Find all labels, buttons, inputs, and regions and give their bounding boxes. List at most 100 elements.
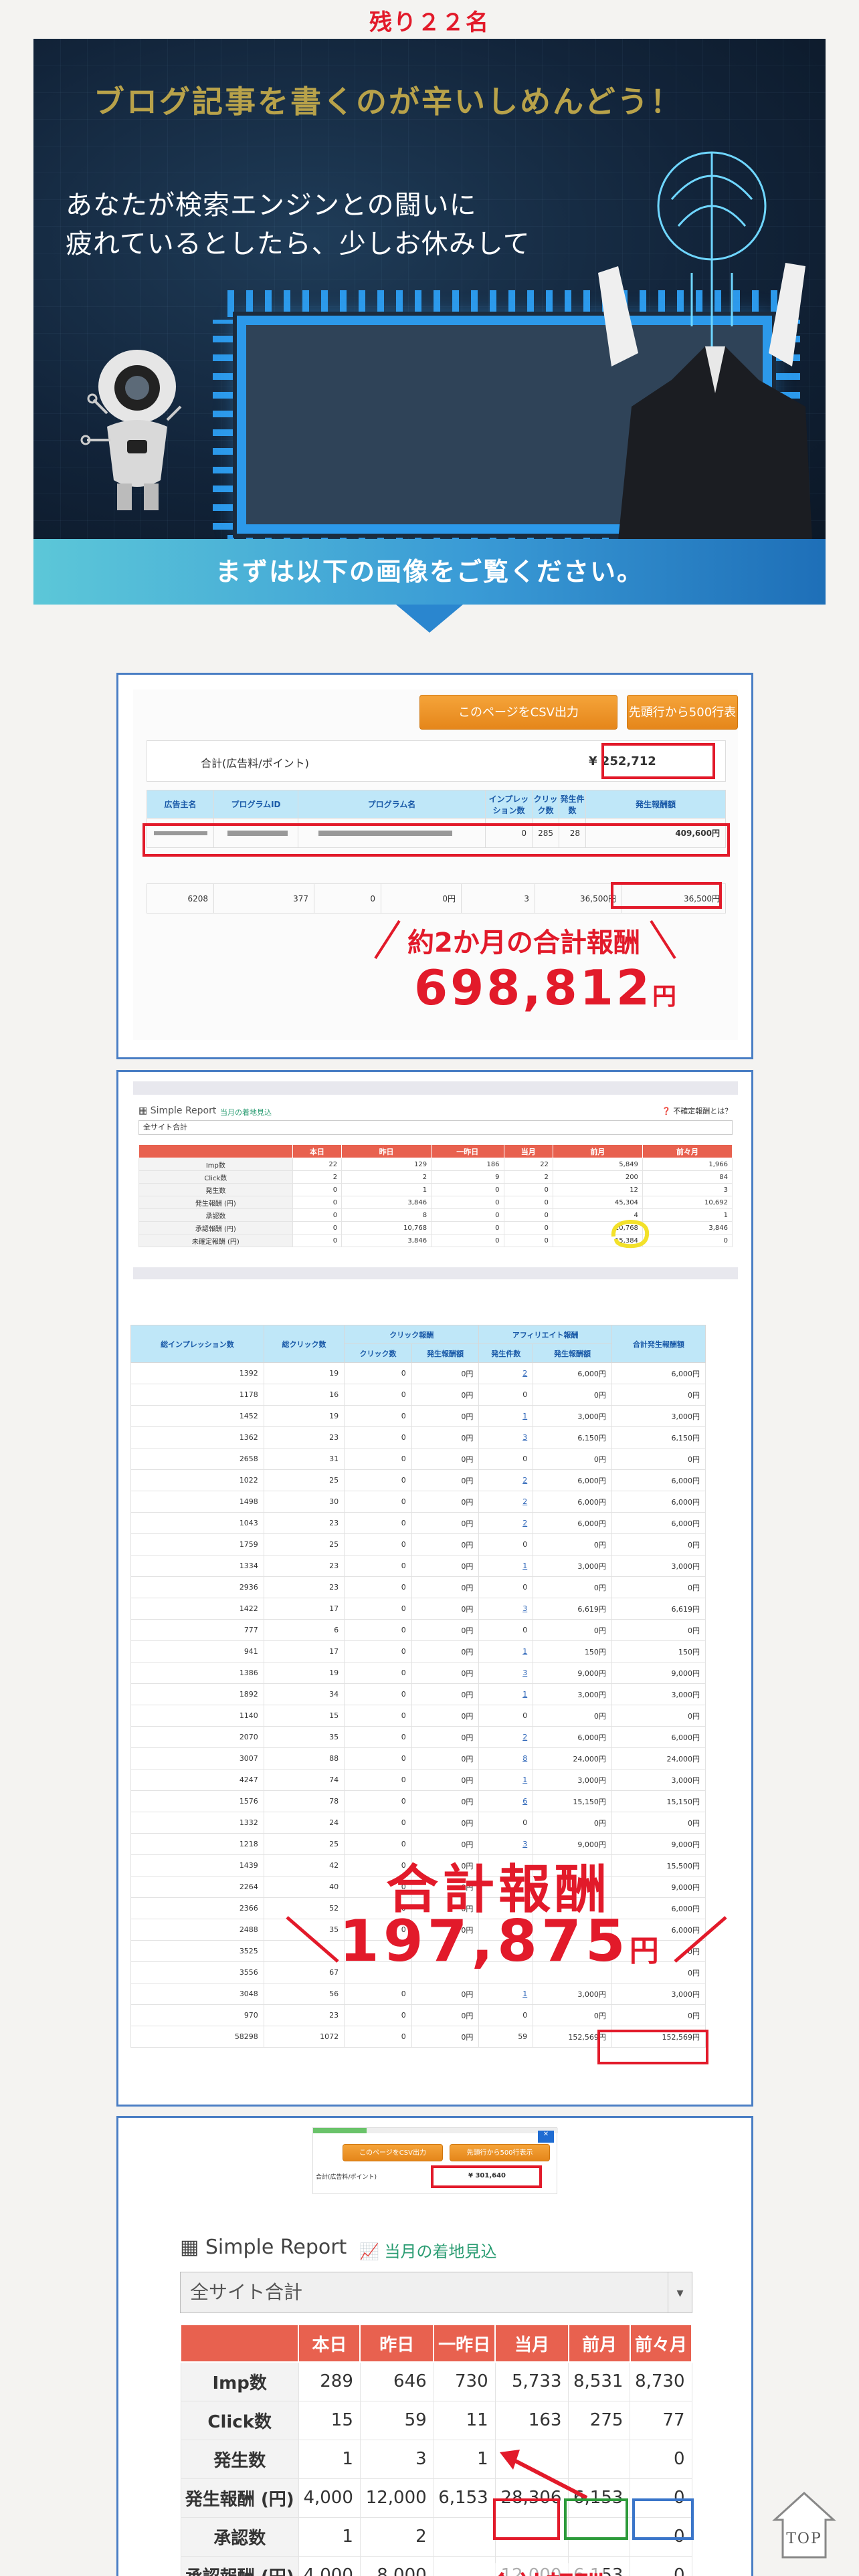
csv-export-button[interactable]: このページをCSV出力 [343, 2144, 443, 2161]
cell-value: 0 [344, 1705, 412, 1727]
cell-value: 2366 [130, 1897, 264, 1919]
cell-value: 2488 [130, 1919, 264, 1941]
cell-value: 1 [341, 1183, 432, 1196]
cell-value: 0 [478, 2004, 534, 2026]
cell-value: 23 [263, 1555, 345, 1577]
col-header: 発生件数 [478, 1344, 534, 1363]
show-500-rows-button[interactable]: 先頭行から500行表 [627, 695, 738, 730]
cell-value: 25 [263, 1533, 345, 1555]
col-header: 発生報酬額 [585, 790, 726, 819]
cell-value: 0 [478, 1576, 534, 1598]
close-icon[interactable]: ✕ [538, 2131, 554, 2143]
help-link[interactable]: ❓ 不確定報酬とは？ [662, 1105, 732, 1116]
cell-value: 6,000円 [611, 1512, 706, 1534]
cell-value: 0円 [411, 2026, 480, 2048]
cell-value: 19 [263, 1362, 345, 1384]
chip-pins-left [213, 320, 240, 530]
cell-value: 3,000円 [611, 1983, 706, 2005]
col-header: 前月 [567, 2324, 631, 2363]
cell-value: 289 [298, 2361, 361, 2401]
col-header: クリック数 [344, 1344, 412, 1363]
cell-value: 2658 [130, 1448, 264, 1470]
cell-value: 16 [263, 1384, 345, 1406]
cell-value: 8,730 [630, 2361, 692, 2401]
cell-value: 2 [292, 1170, 343, 1184]
col-header: 一昨日 [431, 1144, 504, 1158]
cell-value: 1452 [130, 1405, 264, 1427]
cell-value: 0 [344, 1448, 412, 1470]
cell-value[interactable]: 1 [478, 1769, 534, 1791]
cell-value[interactable]: 3 [478, 1426, 534, 1448]
cell-value: 3,000円 [533, 1769, 612, 1791]
cell-value: 15,150円 [533, 1790, 612, 1812]
cell-value: 0 [503, 1221, 553, 1235]
cell-value: 0円 [411, 1598, 480, 1620]
cell-value: 17 [263, 1640, 345, 1662]
table-row: 発生数 0 1 0 0 12 3 [138, 1183, 733, 1196]
cell-value[interactable]: 2 [478, 1362, 534, 1384]
cell-value[interactable]: 2 [478, 1469, 534, 1491]
csv-export-button[interactable]: このページをCSV出力 [419, 695, 617, 730]
cell-value[interactable]: 1 [478, 1555, 534, 1577]
cell-value[interactable]: 2 [478, 1512, 534, 1534]
cell-value[interactable]: 1 [478, 1640, 534, 1662]
forecast-link[interactable]: 当月の着地見込 [220, 1107, 272, 1117]
site-select[interactable]: 全サイト合計 ▾ [180, 2272, 692, 2313]
cell-value: 0円 [533, 1705, 612, 1727]
cell-value[interactable]: 6 [478, 1790, 534, 1812]
cell-value: 0 [292, 1234, 343, 1247]
cell-value: 0 [478, 1448, 534, 1470]
cell-value[interactable]: 1 [478, 1683, 534, 1705]
table-row: 1452 19 0 0円 1 3,000円 3,000円 [130, 1405, 706, 1427]
remaining-slots-note: 残り２２名 [369, 9, 490, 36]
cell-value: 0円 [611, 2004, 706, 2026]
row-label: 承認数 [180, 2516, 299, 2557]
cell-value: 0 [292, 1196, 343, 1209]
cell-value: 0 [503, 1208, 553, 1222]
cell-value: 0円 [411, 1384, 480, 1406]
forecast-link[interactable]: 📈 当月の着地見込 [359, 2238, 497, 2262]
page-top-button[interactable]: TOP [772, 2490, 836, 2560]
cell-value[interactable]: 3 [478, 1598, 534, 1620]
cell-value: 6,000円 [533, 1469, 612, 1491]
cell-value: 200 [552, 1170, 643, 1184]
cell-value: 0円 [411, 1812, 480, 1834]
row-label: 発生数 [138, 1183, 293, 1196]
cell-value[interactable]: 1 [478, 1405, 534, 1427]
cell-value: 1178 [130, 1384, 264, 1406]
cell-value: 0円 [611, 1448, 706, 1470]
cell-value: 0 [344, 2026, 412, 2048]
hero-call-to-view: まずは以下の画像をご覧ください。 [33, 539, 826, 605]
cell-value: 970 [130, 2004, 264, 2026]
cell-value: 0 [344, 1384, 412, 1406]
row-label: Imp数 [138, 1158, 293, 1171]
cell-value: 5,849 [552, 1158, 643, 1171]
cell-value: 0 [292, 1208, 343, 1222]
cell-value: 24,000円 [533, 1747, 612, 1769]
cell-value[interactable]: 2 [478, 1491, 534, 1513]
hero-banner: ブログ記事を書くのが辛いしめんどう！ あなたが検索エンジンとの闘いに 疲れている… [33, 39, 826, 539]
cell-value: 0円 [411, 1362, 480, 1384]
cell-value: 3,000円 [611, 1555, 706, 1577]
cell-value[interactable]: 2 [478, 1726, 534, 1748]
cell-value[interactable]: 8 [478, 1747, 534, 1769]
col-header [179, 2324, 300, 2363]
show-500-rows-button[interactable]: 先頭行から500行表示 [450, 2144, 550, 2161]
cell-value: 0 [431, 1221, 504, 1235]
cell-value: 1392 [130, 1362, 264, 1384]
row-label: 承認数 [138, 1208, 293, 1222]
cell-value[interactable]: 3 [478, 1662, 534, 1684]
cell-value: 9,000円 [533, 1662, 612, 1684]
site-select[interactable]: 全サイト合計 [138, 1120, 733, 1135]
row-label: 発生報酬 (円) [180, 2478, 299, 2518]
cell-value: 730 [433, 2361, 496, 2401]
col-header: 合計発生報酬額 [611, 1325, 706, 1363]
cell-value: 6,000円 [533, 1726, 612, 1748]
cell-value: 56 [263, 1983, 345, 2005]
cell-value[interactable]: 1 [478, 1983, 534, 2005]
cell-value: 0円 [411, 1705, 480, 1727]
cell-value: 0円 [411, 1469, 480, 1491]
hero-subline-2: 疲れているとしたら、少しお休みして [66, 229, 531, 259]
cell-value: 12,000 [359, 2478, 434, 2518]
cell-value: 0 [344, 2004, 412, 2026]
